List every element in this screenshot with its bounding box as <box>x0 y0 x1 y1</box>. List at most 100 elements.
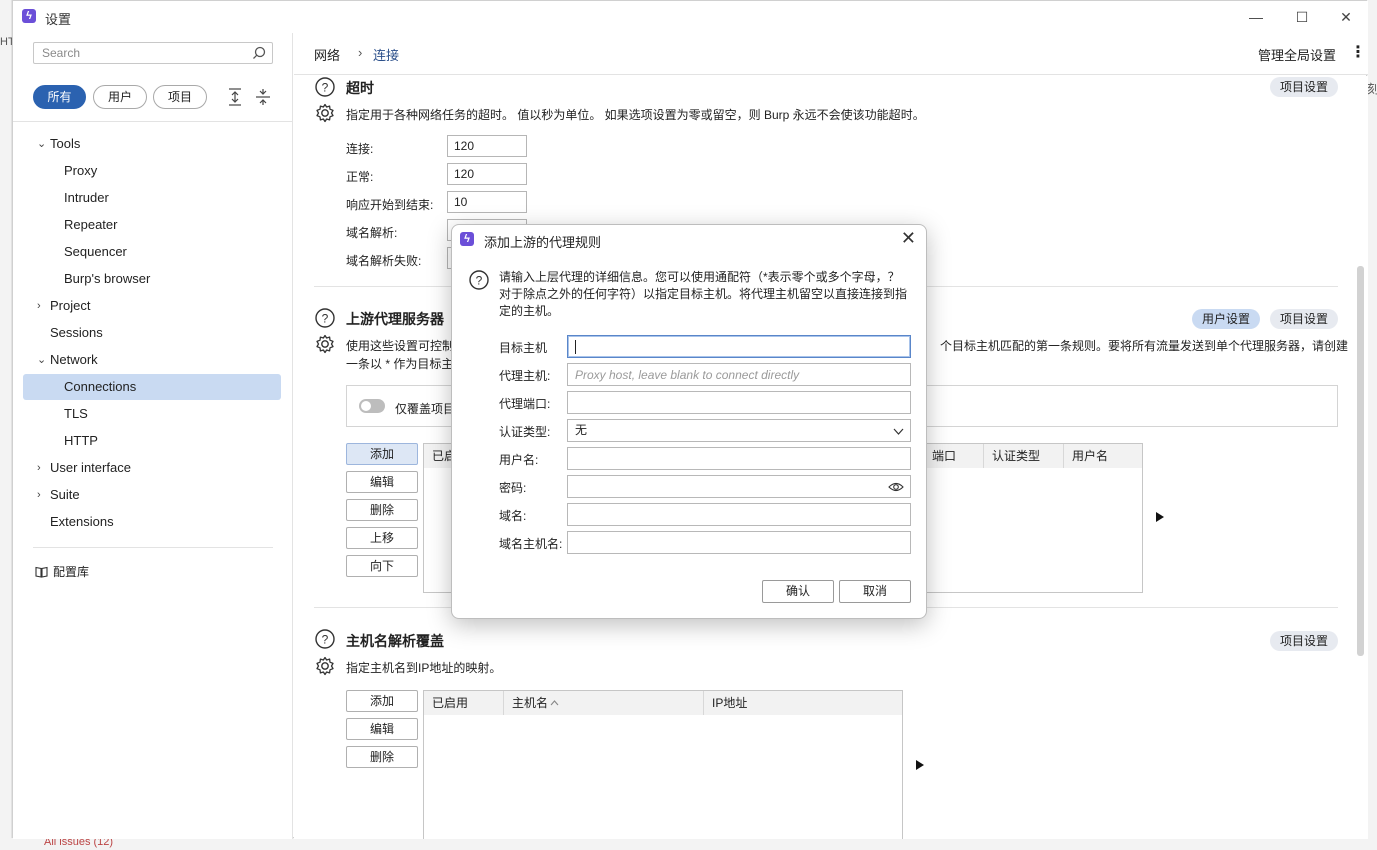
tree-item-sequencer[interactable]: Sequencer <box>23 239 283 265</box>
section-title-timeouts: 超时 <box>346 80 374 96</box>
more-options-icon[interactable]: ⋮ <box>1350 42 1366 62</box>
tree-item-tools[interactable]: ⌄ Tools <box>23 131 283 157</box>
close-window-button[interactable]: ✕ <box>1323 5 1369 29</box>
help-icon[interactable]: ? <box>314 307 336 329</box>
remove-hostname-button[interactable]: 删除 <box>346 746 418 768</box>
dialog-description-line: 对于除点之外的任何字符）以指定目标主机。将代理主机留空以直接连接到指 <box>499 287 908 301</box>
password-label: 密码: <box>499 481 527 495</box>
eye-icon[interactable] <box>888 481 904 493</box>
column-header-auth-type[interactable]: 认证类型 <box>984 444 1064 468</box>
gear-icon[interactable] <box>314 655 336 677</box>
tree-item-sessions[interactable]: Sessions <box>23 320 283 346</box>
proxy-host-input[interactable] <box>575 364 910 385</box>
move-down-button[interactable]: 向下 <box>346 555 418 577</box>
tree-item-connections[interactable]: Connections <box>23 374 281 400</box>
background-text: 刻 <box>1367 82 1377 96</box>
username-input[interactable] <box>567 447 911 470</box>
tree-item-tls[interactable]: TLS <box>23 401 283 427</box>
move-up-button[interactable]: 上移 <box>346 527 418 549</box>
add-proxy-rule-button[interactable]: 添加 <box>346 443 418 465</box>
tree-item-user-interface[interactable]: › User interface <box>23 455 283 481</box>
gear-icon[interactable] <box>314 102 336 124</box>
password-input[interactable] <box>567 475 911 498</box>
tree-item-intruder[interactable]: Intruder <box>23 185 283 211</box>
burp-lightning-icon: ϟ <box>460 232 474 246</box>
proxy-host-field[interactable] <box>567 363 911 386</box>
override-toggle-label: 仅覆盖项目 <box>395 402 456 416</box>
content-scrollbar[interactable] <box>1357 266 1364 656</box>
column-header-ip-address[interactable]: IP地址 <box>704 691 902 715</box>
column-header-port[interactable]: 端口 <box>924 444 984 468</box>
tree-item-http[interactable]: HTTP <box>23 428 283 454</box>
filter-user-pill[interactable]: 用户 <box>93 85 147 109</box>
tree-item-label: Extensions <box>50 514 114 529</box>
timeout-connect-input[interactable]: 120 <box>447 135 527 157</box>
help-icon[interactable]: ? <box>314 628 336 650</box>
tree-item-label: Suite <box>50 487 80 502</box>
add-hostname-button[interactable]: 添加 <box>346 690 418 712</box>
expand-all-icon[interactable] <box>227 88 243 106</box>
tree-item-label: Repeater <box>64 217 118 232</box>
project-settings-tag: 项目设置 <box>1270 309 1338 329</box>
column-header-hostname-label: 主机名 <box>512 696 549 710</box>
chevron-down-icon: ⌄ <box>37 138 47 150</box>
chevron-down-icon: ⌄ <box>37 354 47 366</box>
tree-item-label: Burp's browser <box>64 271 151 286</box>
edit-hostname-button[interactable]: 编辑 <box>346 718 418 740</box>
tree-item-repeater[interactable]: Repeater <box>23 212 283 238</box>
window-title: 设置 <box>45 12 72 27</box>
section-desc-hostname: 指定主机名到IP地址的映射。 <box>346 661 502 675</box>
help-icon[interactable]: ? <box>314 76 336 98</box>
timeout-normal-input[interactable]: 120 <box>447 163 527 185</box>
tree-item-proxy[interactable]: Proxy <box>23 158 283 184</box>
maximize-button[interactable]: ☐ <box>1279 5 1325 29</box>
column-header-enabled[interactable]: 已启用 <box>424 691 504 715</box>
breadcrumb-connections: 连接 <box>373 48 400 63</box>
tree-item-network[interactable]: ⌄ Network <box>23 347 283 373</box>
tree-item-label: Connections <box>64 379 137 394</box>
tree-item-extensions[interactable]: Extensions <box>23 509 283 535</box>
search-input[interactable] <box>40 43 240 63</box>
gear-icon[interactable] <box>314 333 336 355</box>
background-window-right: 刻 <box>1367 0 1377 850</box>
dialog-description-line: 定的主机。 <box>499 304 560 318</box>
expand-arrow-icon[interactable] <box>1156 512 1164 522</box>
text-cursor <box>575 339 576 354</box>
edit-proxy-rule-button[interactable]: 编辑 <box>346 471 418 493</box>
domain-input[interactable] <box>567 503 911 526</box>
tree-item-suite[interactable]: › Suite <box>23 482 283 508</box>
target-host-input[interactable] <box>567 335 911 358</box>
column-header-hostname[interactable]: 主机名 <box>504 691 704 715</box>
section-desc-upstream-right: 个目标主机匹配的第一条规则。要将所有流量发送到单个代理服务器，请创建 <box>940 339 1349 353</box>
minimize-button[interactable]: — <box>1233 5 1279 29</box>
book-icon <box>35 566 48 578</box>
tree-item-label: Proxy <box>64 163 98 178</box>
filter-all-pill[interactable]: 所有 <box>33 85 86 109</box>
breadcrumb-network[interactable]: 网络 <box>314 45 340 64</box>
override-toggle[interactable] <box>359 399 385 413</box>
proxy-port-input[interactable] <box>567 391 911 414</box>
sidebar-divider <box>13 121 293 122</box>
auth-type-select[interactable]: 无 <box>567 419 911 442</box>
expand-arrow-icon[interactable] <box>916 760 924 770</box>
cancel-button[interactable]: 取消 <box>839 580 911 603</box>
domain-hostname-input[interactable] <box>567 531 911 554</box>
dialog-description: 请输入上层代理的详细信息。您可以使用通配符（*表示零个或多个字母，？ 对于除点之… <box>499 269 914 320</box>
timeout-response-label: 响应开始到结束: <box>346 198 434 212</box>
chevron-right-icon: › <box>37 462 41 474</box>
background-status-bar: All issues (12) <box>0 836 1377 850</box>
tree-item-burps-browser[interactable]: Burp's browser <box>23 266 283 292</box>
filter-project-pill[interactable]: 项目 <box>153 85 207 109</box>
close-icon[interactable]: ✕ <box>901 228 916 249</box>
tree-item-project[interactable]: › Project <box>23 293 283 319</box>
column-header-username[interactable]: 用户名 <box>1064 444 1142 468</box>
hostname-override-table[interactable]: 已启用 主机名 IP地址 <box>423 690 903 839</box>
ok-button[interactable]: 确认 <box>762 580 834 603</box>
search-box[interactable] <box>33 42 273 64</box>
collapse-all-icon[interactable] <box>255 88 271 106</box>
manage-global-settings-link[interactable]: 管理全局设置 <box>1258 45 1336 64</box>
proxy-host-label: 代理主机: <box>499 369 551 383</box>
timeout-response-input[interactable]: 10 <box>447 191 527 213</box>
remove-proxy-rule-button[interactable]: 删除 <box>346 499 418 521</box>
domain-label: 域名: <box>499 509 527 523</box>
